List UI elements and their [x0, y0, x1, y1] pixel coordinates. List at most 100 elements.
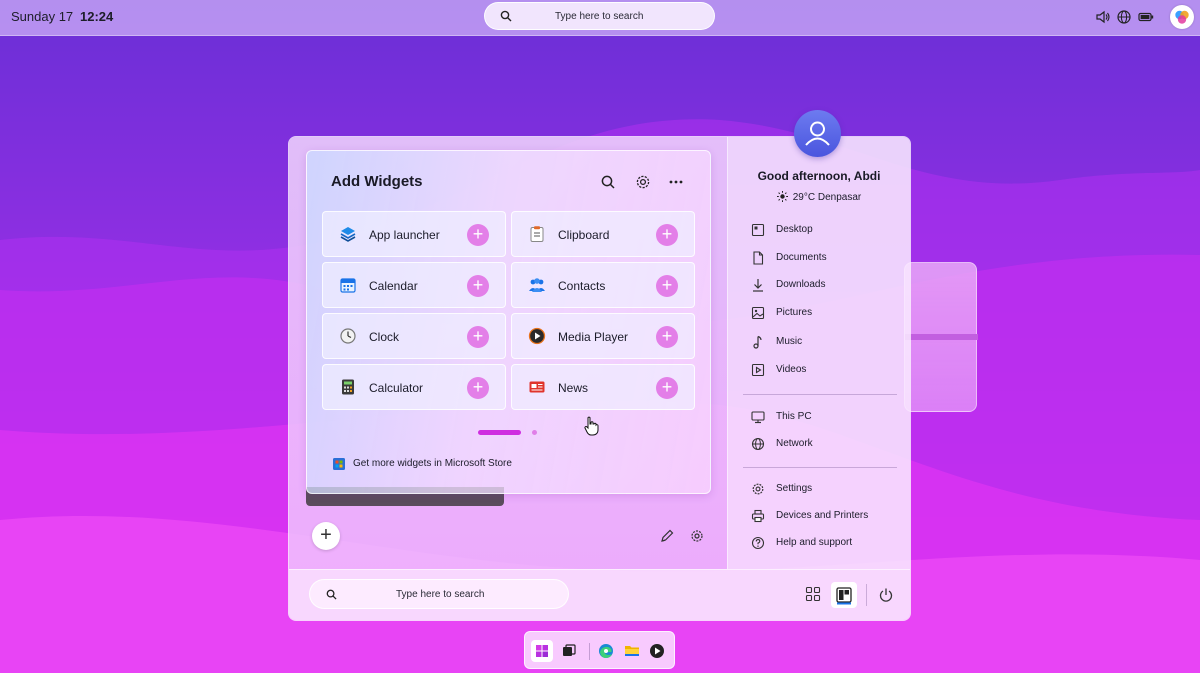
calculator-icon	[342, 379, 354, 395]
widget-clipboard[interactable]: Clipboard +	[511, 211, 695, 257]
search-icon	[326, 589, 337, 600]
search-icon[interactable]	[597, 171, 619, 193]
contacts-icon	[529, 278, 545, 292]
calendar-icon	[340, 278, 356, 293]
system-help-support[interactable]: Help and support	[751, 535, 901, 551]
place-network[interactable]: Network	[751, 436, 901, 452]
add-widget-button[interactable]: +	[656, 377, 678, 399]
page-indicator-active[interactable]	[478, 430, 521, 435]
copilot-button[interactable]	[1170, 5, 1194, 29]
printer-icon	[751, 509, 765, 523]
media-player-icon	[650, 644, 664, 658]
widget-contacts[interactable]: Contacts +	[511, 262, 695, 308]
music-icon	[753, 335, 762, 349]
widget-clock[interactable]: Clock +	[322, 313, 506, 359]
start-button[interactable]	[531, 640, 553, 662]
system-label: Help and support	[776, 537, 853, 548]
top-bar: Sunday 17 12:24 Type here to search	[0, 0, 1200, 36]
weather-row: 29°C Denpasar	[727, 191, 911, 203]
task-view-button[interactable]	[558, 640, 580, 662]
top-search-box[interactable]: Type here to search	[484, 2, 715, 30]
edge-icon	[599, 644, 613, 658]
page-indicator[interactable]	[532, 430, 537, 435]
battery-icon[interactable]	[1138, 9, 1154, 25]
desktop-icon	[751, 223, 765, 237]
widget-label: Media Player	[558, 330, 629, 344]
store-link-label: Get more widgets in Microsoft Store	[353, 458, 512, 469]
widget-view-button[interactable]	[831, 582, 857, 608]
sun-icon	[776, 191, 788, 202]
hand-cursor-icon	[584, 416, 599, 436]
widget-label: Clipboard	[558, 228, 610, 242]
add-widget-fab[interactable]: +	[312, 522, 340, 550]
news-icon	[529, 381, 545, 393]
widget-news[interactable]: News +	[511, 364, 695, 410]
clipboard-icon	[530, 226, 544, 242]
media-player-icon	[528, 327, 546, 345]
add-widget-button[interactable]: +	[656, 326, 678, 348]
videos-icon	[751, 363, 765, 377]
grid-view-icon[interactable]	[805, 586, 821, 602]
edge-button[interactable]	[595, 640, 617, 662]
gear-icon[interactable]	[689, 528, 705, 544]
media-player-button[interactable]	[646, 640, 668, 662]
add-widget-button[interactable]: +	[656, 224, 678, 246]
widget-calendar[interactable]: Calendar +	[322, 262, 506, 308]
weather-text: 29°C Denpasar	[792, 192, 862, 203]
widget-label: App launcher	[369, 228, 440, 242]
add-widgets-panel: Add Widgets App launcher + Clipboard + C…	[306, 150, 711, 494]
taskbar	[524, 631, 675, 669]
system-devices-printers[interactable]: Devices and Printers	[751, 508, 901, 524]
add-widget-button[interactable]: +	[656, 275, 678, 297]
folder-label: Videos	[776, 364, 807, 375]
widget-label: News	[558, 381, 589, 395]
folder-pictures[interactable]: Pictures	[751, 305, 901, 321]
gear-icon[interactable]	[632, 171, 654, 193]
system-settings[interactable]: Settings	[751, 481, 901, 497]
microsoft-store-icon	[333, 458, 345, 470]
divider	[743, 467, 897, 468]
widget-app-launcher[interactable]: App launcher +	[322, 211, 506, 257]
divider	[866, 584, 867, 606]
time-label: 12:24	[80, 9, 114, 24]
start-search-box[interactable]: Type here to search	[309, 579, 569, 609]
place-this-pc[interactable]: This PC	[751, 409, 901, 425]
add-widget-button[interactable]: +	[467, 326, 489, 348]
file-explorer-icon	[625, 646, 639, 656]
widget-media-player[interactable]: Media Player +	[511, 313, 695, 359]
pictures-icon	[751, 306, 765, 320]
more-icon[interactable]	[665, 171, 687, 193]
copilot-icon	[1175, 10, 1189, 24]
folder-music[interactable]: Music	[751, 334, 901, 350]
add-widget-button[interactable]: +	[467, 377, 489, 399]
widget-calculator[interactable]: Calculator +	[322, 364, 506, 410]
globe-icon[interactable]	[1116, 9, 1132, 25]
widget-label: Clock	[369, 330, 400, 344]
greeting-text: Good afternoon, Abdi	[757, 169, 881, 183]
gear-icon	[752, 483, 764, 495]
folder-downloads[interactable]: Downloads	[751, 277, 901, 293]
start-icon	[536, 645, 548, 657]
clock-icon	[340, 328, 356, 344]
add-widget-button[interactable]: +	[467, 275, 489, 297]
place-label: Network	[776, 438, 813, 449]
folder-videos[interactable]: Videos	[751, 362, 901, 378]
folder-label: Pictures	[776, 307, 813, 318]
add-widget-button[interactable]: +	[467, 224, 489, 246]
divider	[589, 643, 590, 660]
avatar[interactable]	[794, 110, 841, 157]
search-icon	[500, 10, 512, 22]
folder-label: Music	[776, 336, 803, 347]
user-icon	[805, 121, 830, 146]
folder-documents[interactable]: Documents	[751, 250, 901, 266]
file-explorer-button[interactable]	[621, 640, 643, 662]
add-widgets-title: Add Widgets	[331, 173, 423, 190]
background-window	[904, 262, 978, 412]
folder-label: Documents	[776, 252, 827, 263]
folder-desktop[interactable]: Desktop	[751, 222, 901, 238]
volume-icon[interactable]	[1095, 9, 1111, 25]
pencil-icon[interactable]	[659, 528, 675, 544]
power-icon[interactable]	[878, 587, 894, 603]
system-label: Devices and Printers	[776, 510, 869, 521]
monitor-icon	[751, 411, 765, 424]
